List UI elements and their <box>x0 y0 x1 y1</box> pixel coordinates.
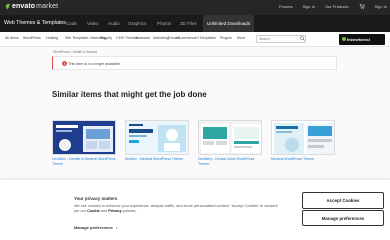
nav-graphics[interactable]: Graphics <box>128 15 146 32</box>
item-card[interactable]: DentBox - Dentist & Medical WordPress Th… <box>52 120 116 166</box>
cookie-policy-link[interactable]: Cookie <box>87 209 100 213</box>
search-input[interactable] <box>256 35 306 43</box>
item-title[interactable]: Dentistry - Dental Clinic WordPress Them… <box>198 157 262 166</box>
nav-3d-files[interactable]: 3D Files <box>180 15 197 32</box>
cart-icon[interactable] <box>359 3 365 9</box>
subnav-wordpress[interactable]: WordPress <box>23 36 41 40</box>
themeforest-logo-icon <box>342 37 346 41</box>
manage-preferences-label: Manage preferences <box>74 225 113 230</box>
subnav-jamstack[interactable]: Jamstack <box>135 36 150 40</box>
item-thumbnail[interactable] <box>271 120 335 155</box>
subnav-hosting[interactable]: Hosting <box>46 36 58 40</box>
cookie-text: We use cookies to enhance your experienc… <box>74 204 284 214</box>
subnav-ui-templates[interactable]: UI Templates <box>195 36 216 40</box>
our-products-link[interactable]: Our Products <box>325 4 349 9</box>
subnav-more[interactable]: More <box>237 36 245 40</box>
category-nav: Web Themes & Templates Code Video Audio … <box>0 15 390 32</box>
item-card[interactable]: Medixo - Medical WordPress Theme <box>125 120 189 162</box>
item-title[interactable]: Medical WordPress Theme <box>271 157 335 162</box>
manage-preferences-link[interactable]: Manage preferences › <box>74 225 117 230</box>
nav-photos[interactable]: Photos <box>157 15 171 32</box>
cookie-text-and: and <box>99 209 109 213</box>
manage-preferences-button[interactable]: Manage preferences <box>302 210 384 226</box>
top-links: Forums Sign In Our Products Sign In <box>269 3 387 9</box>
nav-code[interactable]: Code <box>66 15 77 32</box>
chevron-right-icon: › <box>115 225 118 230</box>
item-title[interactable]: DentBox - Dentist & Medical WordPress Th… <box>52 157 116 166</box>
cookie-text-end: policies. <box>121 209 137 213</box>
section-heading: Similar items that might get the job don… <box>52 90 207 99</box>
cookie-title: Your privacy matters <box>74 196 118 201</box>
unavailable-alert: ! This item is no longer available <box>52 56 337 70</box>
brand-name: envato <box>12 3 36 10</box>
item-title[interactable]: Medixo - Medical WordPress Theme <box>125 157 189 162</box>
search-icon[interactable] <box>300 36 305 41</box>
subnav-marketing-2[interactable]: Marketing <box>153 36 169 40</box>
sign-in-link[interactable]: Sign In <box>303 4 315 9</box>
item-card[interactable]: Medical WordPress Theme <box>271 120 335 162</box>
leaf-icon <box>5 3 10 10</box>
item-thumbnail[interactable] <box>198 120 262 155</box>
forums-link[interactable]: Forums <box>279 4 293 9</box>
subnav-shopify[interactable]: Shopify <box>100 36 112 40</box>
top-bar: envato market Forums Sign In Our Product… <box>0 0 390 15</box>
alert-message: This item is no longer available <box>68 62 121 66</box>
themeforest-promo[interactable]: themeforest <box>339 34 385 45</box>
sign-in-link-right[interactable]: Sign In <box>375 4 387 9</box>
privacy-policy-link[interactable]: Privacy <box>108 209 122 213</box>
nav-web-themes[interactable]: Web Themes & Templates <box>4 15 66 32</box>
sub-nav: All Items WordPress Hosting Site Templat… <box>0 32 390 47</box>
subnav-plugins[interactable]: Plugins <box>220 36 232 40</box>
nav-unlimited-downloads[interactable]: Unlimited Downloads <box>203 15 255 32</box>
subnav-ecommerce[interactable]: eCommerce <box>176 36 196 40</box>
nav-video[interactable]: Video <box>87 15 99 32</box>
item-thumbnail[interactable] <box>125 120 189 155</box>
envato-logo[interactable]: envato market <box>4 3 58 10</box>
breadcrumb[interactable]: WordPress / Health & Beauty <box>53 50 97 54</box>
warning-icon: ! <box>62 61 67 66</box>
accept-cookies-button[interactable]: Accept Cookies <box>302 192 384 209</box>
brand-sub: market <box>36 3 59 10</box>
promo-label: themeforest <box>347 37 370 42</box>
item-card[interactable]: Dentistry - Dental Clinic WordPress Them… <box>198 120 262 166</box>
item-thumbnail[interactable] <box>52 120 116 155</box>
subnav-site-templates[interactable]: Site Templates <box>65 36 89 40</box>
subnav-all-items[interactable]: All Items <box>5 36 19 40</box>
nav-audio[interactable]: Audio <box>108 15 120 32</box>
